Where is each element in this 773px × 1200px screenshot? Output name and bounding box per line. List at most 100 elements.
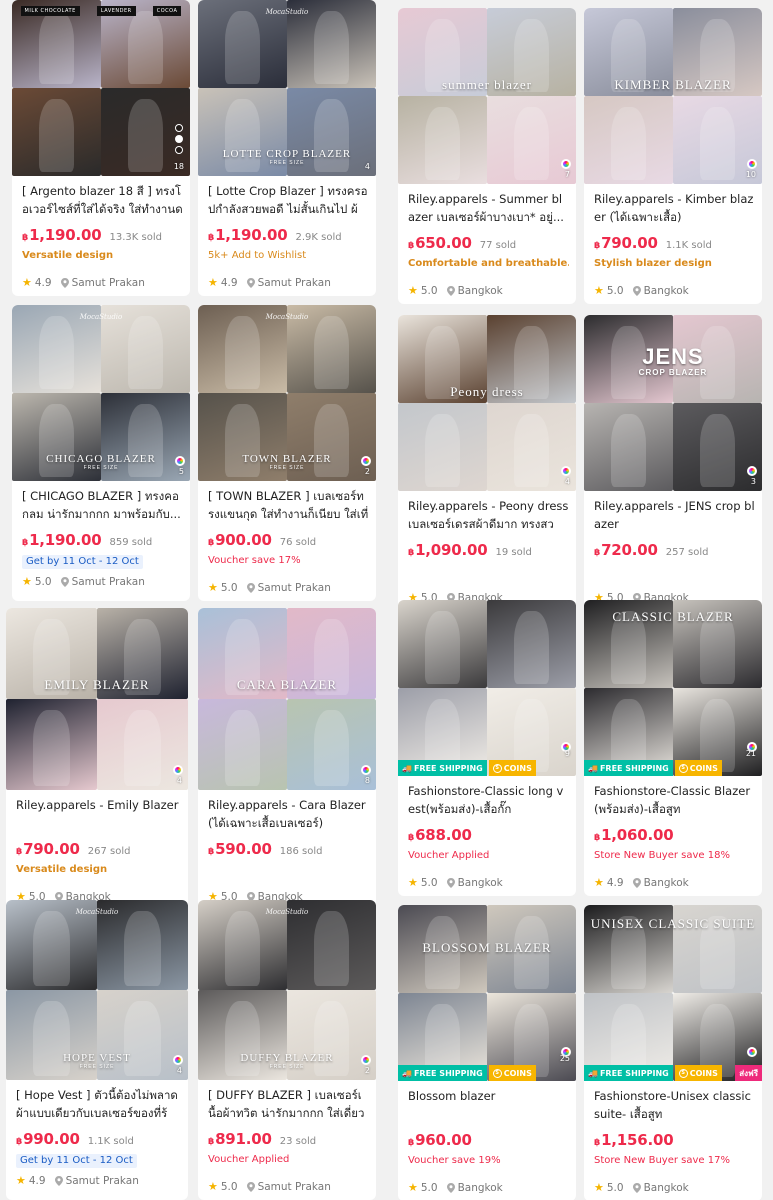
overlay-title: Peony dress bbox=[450, 384, 524, 399]
image-count: 4 bbox=[564, 477, 570, 486]
image-overlay-label: Peony dress bbox=[398, 384, 576, 399]
product-title[interactable]: [ Lotte Crop Blazer ] ทรงครอปกำลังสวยพอด… bbox=[208, 182, 369, 218]
overlay-title: KIMBER BLAZER bbox=[614, 77, 732, 92]
product-title[interactable]: Riley.apparels - Emily Blazer bbox=[16, 796, 181, 832]
product-title[interactable]: [ Argento blazer 18 สี ] ทรงโอเวอร์ไซส์ท… bbox=[22, 182, 183, 218]
rating: 5.0 bbox=[420, 284, 438, 297]
price-row: ฿790.00 1.1K sold bbox=[594, 234, 755, 252]
product-card[interactable]: MocaStudio TOWN BLAZER FREE SIZE 2 [ TOWN BL… bbox=[198, 305, 376, 601]
product-card[interactable]: summer blazer 7 Riley.apparels - Summer bl… bbox=[398, 8, 576, 304]
product-title[interactable]: Fashionstore-Classic Blazer(พร้อมส่ง)-เส… bbox=[594, 782, 755, 818]
product-info: Fashionstore-Unisex classic suite- เสื้อ… bbox=[584, 1081, 762, 1194]
product-title[interactable]: [ DUFFY BLAZER ] เบลเซอร์เนื้อผ้าทวิต น่… bbox=[208, 1086, 369, 1122]
product-card[interactable]: CLASSIC BLAZER 🚚 FREE SHIPPING S COINS 21 Fash… bbox=[584, 600, 762, 896]
price-value: 891.00 bbox=[215, 1130, 272, 1148]
product-card[interactable]: CARA BLAZER 8 Riley.apparels - Cara Blazer… bbox=[198, 608, 376, 910]
product-title[interactable]: Riley.apparels - Summer blazer เบลเซอร์ผ… bbox=[408, 190, 569, 226]
product-image[interactable]: MocaStudio LOTTE CROP BLAZER FREE SIZE 4 bbox=[198, 0, 376, 176]
price: ฿990.00 bbox=[16, 1130, 80, 1148]
product-card[interactable]: Peony dress 4 Riley.apparels - Peony dress… bbox=[398, 315, 576, 611]
overlay-title: summer blazer bbox=[442, 77, 532, 92]
rating: 5.0 bbox=[220, 581, 238, 594]
product-title[interactable]: Fashionstore-Unisex classic suite- เสื้อ… bbox=[594, 1087, 755, 1123]
price-value: 1,190.00 bbox=[215, 226, 288, 244]
promo-row: Versatile design bbox=[16, 864, 181, 884]
product-info: [ Lotte Crop Blazer ] ทรงครอปกำลังสวยพอด… bbox=[198, 176, 376, 289]
product-image[interactable]: 🚚 FREE SHIPPING S COINS 9 bbox=[398, 600, 576, 776]
product-image[interactable]: UNISEX CLASSIC SUITE 🚚 FREE SHIPPING S COINS… bbox=[584, 905, 762, 1081]
product-card[interactable]: UNISEX CLASSIC SUITE 🚚 FREE SHIPPING S COINS… bbox=[584, 905, 762, 1200]
location: Bangkok bbox=[643, 1181, 689, 1194]
product-image[interactable]: MocaStudio TOWN BLAZER FREE SIZE 2 bbox=[198, 305, 376, 481]
color-swatches[interactable] bbox=[175, 124, 183, 154]
product-card[interactable]: EMILY BLAZER 4 Riley.apparels - Emily Blaz… bbox=[6, 608, 188, 910]
product-image[interactable]: CLASSIC BLAZER 🚚 FREE SHIPPING S COINS 21 bbox=[584, 600, 762, 776]
swatch[interactable] bbox=[175, 146, 183, 154]
product-info: Fashionstore-Classic long vest(พร้อมส่ง)… bbox=[398, 776, 576, 889]
product-image[interactable]: MocaStudio CHICAGO BLAZER FREE SIZE 5 bbox=[12, 305, 190, 481]
product-title[interactable]: Riley.apparels - Kimber blazer (ได้เฉพาะ… bbox=[594, 190, 755, 226]
overlay-title: CLASSIC BLAZER bbox=[612, 609, 734, 624]
brand-watermark: MocaStudio bbox=[79, 313, 123, 321]
product-info: [ Hope Vest ] ตัวนี้ต้องไม่พลาด ผ้าแบบเด… bbox=[6, 1080, 188, 1187]
image-overlay-label: summer blazer bbox=[398, 77, 576, 92]
swatch[interactable] bbox=[175, 124, 183, 132]
product-image[interactable]: EMILY BLAZER 4 bbox=[6, 608, 188, 790]
price: ฿1,060.00 bbox=[594, 826, 674, 844]
coins-label: COINS bbox=[503, 763, 532, 773]
album-icon bbox=[747, 1047, 757, 1057]
product-image[interactable]: MocaStudio DUFFY BLAZER FREE SIZE 2 bbox=[198, 900, 376, 1080]
product-title[interactable]: Riley.apparels - JENS crop blazer bbox=[594, 497, 755, 533]
product-title[interactable]: Fashionstore-Classic long vest(พร้อมส่ง)… bbox=[408, 782, 569, 818]
product-card[interactable]: MocaStudio CHICAGO BLAZER FREE SIZE 5 [ CHIC… bbox=[12, 305, 190, 601]
product-image[interactable]: JENS CROP BLAZER 3 bbox=[584, 315, 762, 491]
overlay-title: UNISEX CLASSIC SUITE bbox=[590, 916, 756, 931]
product-image[interactable]: MILK CHOCOLATE LAVENDER COCOA 18 bbox=[12, 0, 190, 176]
price-row: ฿720.00 257 sold bbox=[594, 541, 755, 559]
product-image[interactable]: KIMBER BLAZER 10 bbox=[584, 8, 762, 184]
sold-count: 257 sold bbox=[665, 547, 709, 558]
rating-location-row: ★ 5.0 Bangkok bbox=[408, 284, 569, 297]
currency-symbol: ฿ bbox=[594, 241, 601, 251]
product-image[interactable]: BLOSSOM BLAZER 🚚 FREE SHIPPING S COINS 25 bbox=[398, 905, 576, 1081]
product-card[interactable]: JENS CROP BLAZER 3 Riley.apparels - JENS cr… bbox=[584, 315, 762, 611]
image-count: 5 bbox=[178, 467, 184, 476]
product-title[interactable]: Riley.apparels - Cara Blazer (ได้เฉพาะเส… bbox=[208, 796, 369, 832]
sold-count: 13.3K sold bbox=[109, 232, 162, 243]
product-title[interactable]: [ TOWN BLAZER ] เบลเซอร์ทรงแขนกุด ใส่ทำง… bbox=[208, 487, 369, 523]
product-card[interactable]: BLOSSOM BLAZER 🚚 FREE SHIPPING S COINS 25 Blos… bbox=[398, 905, 576, 1200]
image-overlay-label: CARA BLAZER bbox=[198, 677, 376, 692]
image-count: 2 bbox=[364, 467, 370, 476]
product-card[interactable]: MocaStudio HOPE VEST FREE SIZE 4 [ Hope Vest… bbox=[6, 900, 188, 1200]
product-image[interactable]: Peony dress 4 bbox=[398, 315, 576, 491]
price-row: ฿1,190.00 2.9K sold bbox=[208, 226, 369, 244]
swatch[interactable] bbox=[175, 135, 183, 143]
coin-icon: S bbox=[492, 763, 502, 773]
coin-icon: S bbox=[678, 763, 688, 773]
product-title[interactable]: [ CHICAGO BLAZER ] ทรงคอกลม น่ารักมากกก … bbox=[22, 487, 183, 523]
product-card[interactable]: KIMBER BLAZER 10 Riley.apparels - Kimber b… bbox=[584, 8, 762, 304]
price-value: 590.00 bbox=[215, 840, 272, 858]
product-title[interactable]: Blossom blazer bbox=[408, 1087, 569, 1123]
price-value: 900.00 bbox=[215, 531, 272, 549]
rating: 5.0 bbox=[606, 284, 624, 297]
brand-watermark: MocaStudio bbox=[265, 313, 309, 321]
product-info: Blossom blazer ฿960.00 Voucher save 19% ★ 5.… bbox=[398, 1081, 576, 1194]
product-card[interactable]: MocaStudio DUFFY BLAZER FREE SIZE 2 [ DUFFY … bbox=[198, 900, 376, 1200]
product-image[interactable]: summer blazer 7 bbox=[398, 8, 576, 184]
product-card[interactable]: 🚚 FREE SHIPPING S COINS 9 Fashionstore-Classi… bbox=[398, 600, 576, 896]
album-icon bbox=[747, 159, 757, 169]
product-title[interactable]: Riley.apparels - Peony dress เบลเซอร์เดร… bbox=[408, 497, 569, 533]
product-image[interactable]: CARA BLAZER 8 bbox=[198, 608, 376, 790]
product-card[interactable]: MILK CHOCOLATE LAVENDER COCOA 18 [ Argento b… bbox=[12, 0, 190, 296]
product-image[interactable]: MocaStudio HOPE VEST FREE SIZE 4 bbox=[6, 900, 188, 1080]
promo-row: Voucher Applied bbox=[408, 850, 569, 870]
product-card[interactable]: MocaStudio LOTTE CROP BLAZER FREE SIZE 4 [ L… bbox=[198, 0, 376, 296]
free-shipping-label: FREE SHIPPING bbox=[413, 1068, 483, 1078]
product-title[interactable]: [ Hope Vest ] ตัวนี้ต้องไม่พลาด ผ้าแบบเด… bbox=[16, 1086, 181, 1122]
price: ฿1,190.00 bbox=[22, 226, 102, 244]
model-silhouette bbox=[424, 106, 461, 181]
model-silhouette bbox=[513, 413, 550, 488]
promo-row: Get by 11 Oct - 12 Oct bbox=[16, 1148, 181, 1168]
currency-symbol: ฿ bbox=[22, 538, 29, 548]
